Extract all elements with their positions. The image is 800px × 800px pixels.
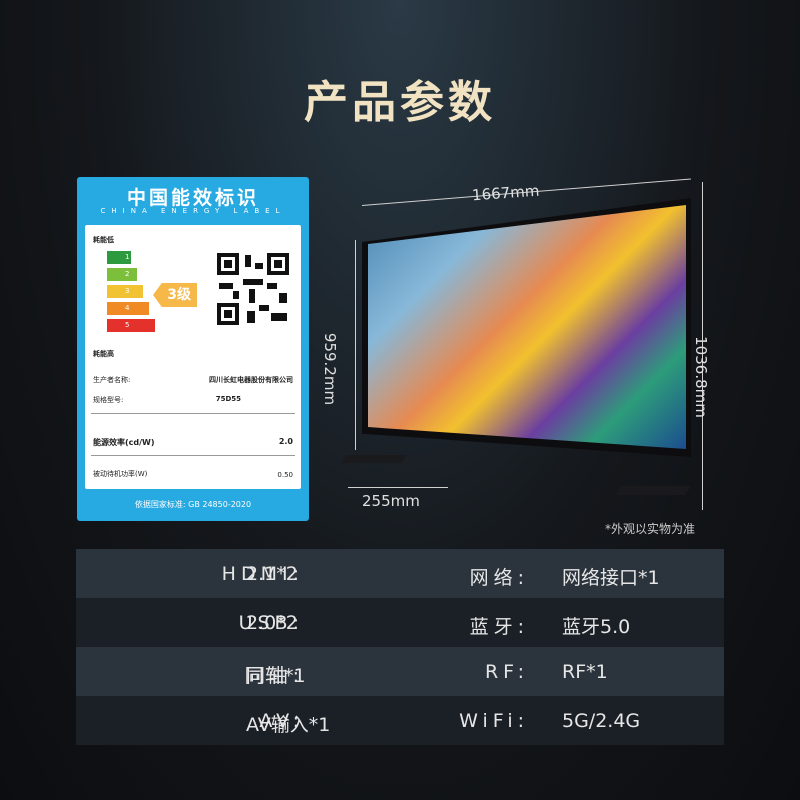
spec-value: 2.0*2 — [246, 612, 298, 634]
spec-value: 蓝牙5.0 — [562, 616, 631, 638]
manufacturer-label: 生产者名称: — [93, 376, 131, 384]
spec-key: RF: — [484, 661, 529, 683]
efficiency-label: 能源效率(cd/W) — [93, 438, 155, 447]
stand-depth-dimension-line — [348, 487, 448, 488]
tv-screen-height: 959.2mm — [321, 332, 340, 406]
energy-grade-scale: 1 2 3 4 5 — [107, 251, 155, 336]
divider — [91, 413, 295, 414]
grade-bar-5: 5 — [107, 319, 155, 332]
screen-height-dimension-line — [355, 240, 356, 450]
spec-key: 蓝牙: — [469, 616, 529, 638]
grade-bar-1: 1 — [107, 251, 131, 264]
appearance-note: *外观以实物为准 — [605, 522, 696, 536]
efficiency-value: 2.0 — [278, 437, 293, 446]
page-title: 产品参数 — [304, 77, 496, 128]
low-consumption-label: 耗能低 — [93, 236, 114, 244]
standby-label: 被动待机功率(W) — [93, 470, 148, 478]
standby-value: 0.50 — [277, 471, 293, 479]
high-consumption-label: 耗能高 — [93, 350, 114, 358]
grade-bar-4: 4 — [107, 302, 149, 315]
energy-label: 中国能效标识 CHINA ENERGY LABEL 耗能低 1 2 3 4 5 … — [77, 177, 309, 521]
spec-value: RF*1 — [562, 661, 608, 683]
spec-value: AV输入*1 — [246, 714, 331, 736]
spec-value: 网络接口*1 — [562, 567, 660, 589]
tv-width: 1667mm — [471, 181, 540, 205]
standard-reference: 依据国家标准: GB 24850-2020 — [134, 500, 252, 509]
spec-value: 2.1*2 — [246, 563, 298, 585]
spec-value: 5G/2.4G — [562, 710, 641, 732]
energy-rating-badge: 3级 — [153, 283, 197, 307]
tv-screen-image — [368, 205, 686, 449]
spec-key: WiFi: — [459, 710, 529, 732]
tv-stand-right — [615, 486, 691, 495]
energy-label-card: 耗能低 1 2 3 4 5 3级 耗能高 生产者名称: 四川长虹电器股份有限公司… — [85, 225, 301, 489]
qr-code-icon — [213, 249, 293, 329]
spec-row: AV: AV输入*1 WiFi: 5G/2.4G — [76, 696, 724, 745]
spec-row: HDMI: 2.1*2 网络: 网络接口*1 — [76, 549, 724, 598]
tv-stand-left — [341, 455, 407, 463]
spec-row: USB: 2.0*2 蓝牙: 蓝牙5.0 — [76, 598, 724, 647]
spec-row: 同轴: 同轴*1 RF: RF*1 — [76, 647, 724, 696]
grade-bar-3: 3 — [107, 285, 143, 298]
spec-key: 网络: — [469, 567, 529, 589]
spec-value: 同轴*1 — [246, 665, 306, 687]
grade-bar-2: 2 — [107, 268, 137, 281]
energy-label-subheader: CHINA ENERGY LABEL — [100, 207, 286, 215]
model-value: 75D55 — [215, 395, 241, 403]
manufacturer-value: 四川长虹电器股份有限公司 — [209, 376, 293, 384]
model-label: 规格型号: — [93, 396, 124, 404]
divider — [91, 455, 295, 456]
energy-label-header: 中国能效标识 — [126, 187, 259, 209]
spec-table: HDMI: 2.1*2 网络: 网络接口*1 USB: 2.0*2 蓝牙: 蓝牙… — [76, 549, 724, 745]
tv-total-height: 1036.8mm — [691, 336, 710, 418]
stand-depth: 255mm — [362, 492, 420, 510]
